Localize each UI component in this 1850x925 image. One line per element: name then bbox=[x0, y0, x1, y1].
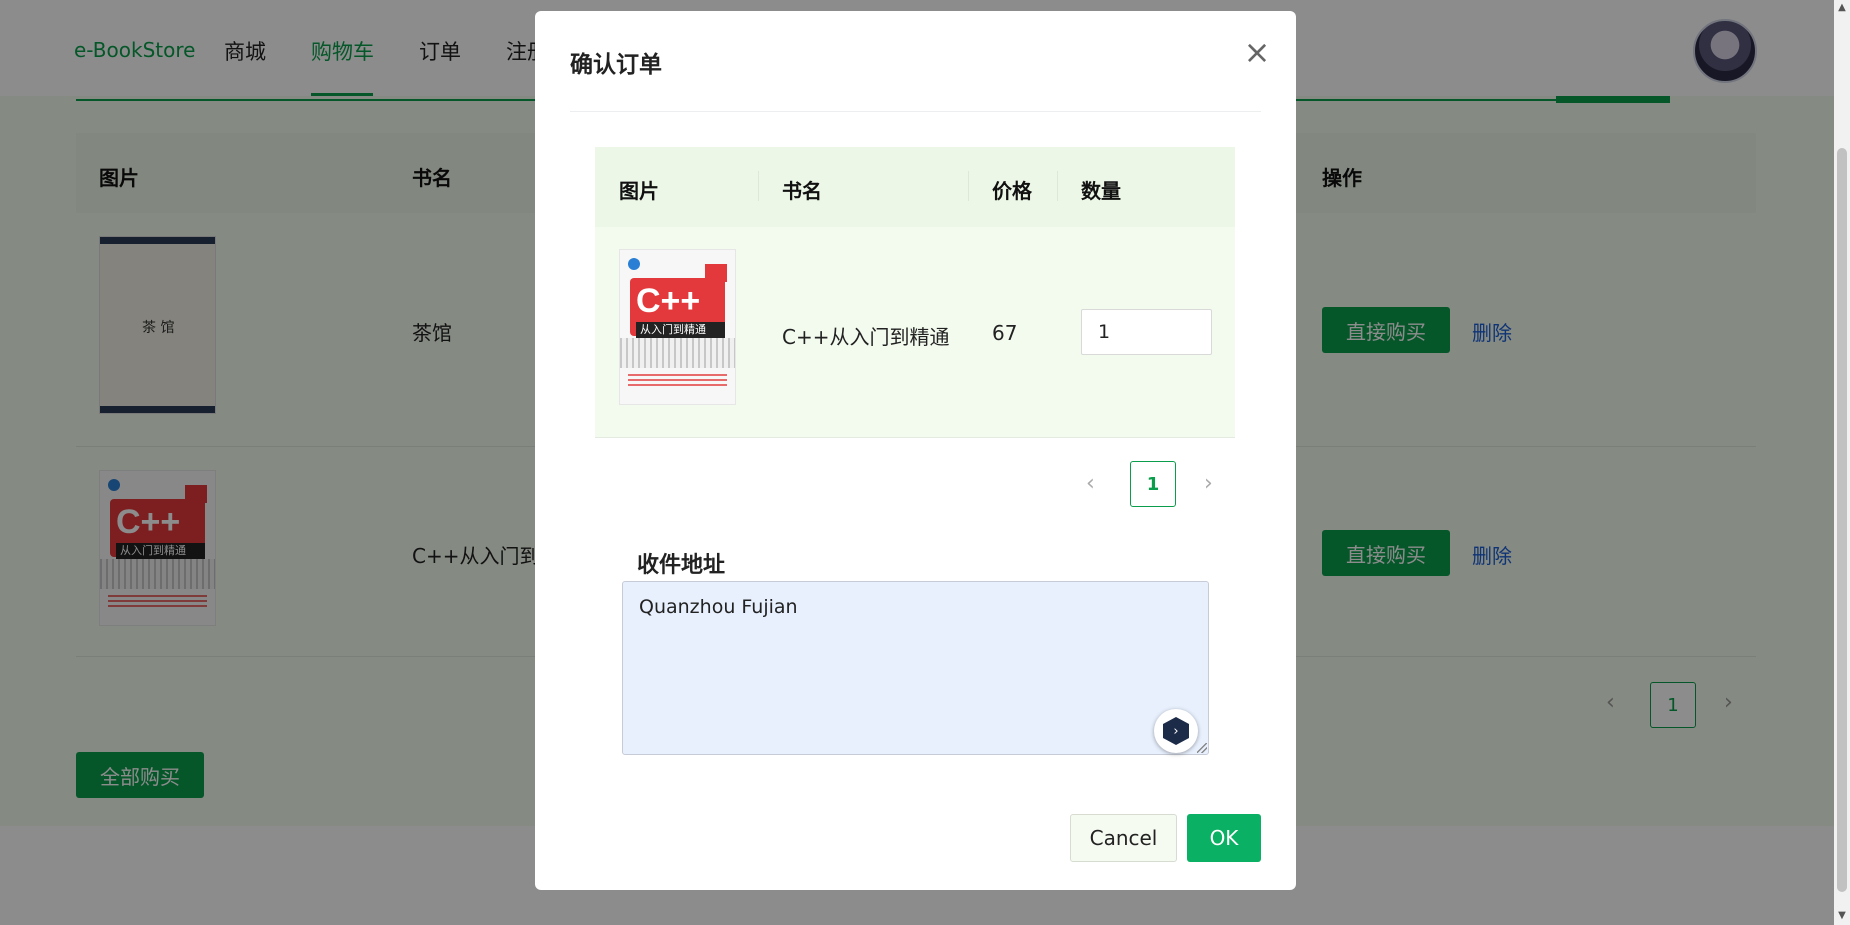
column-separator bbox=[758, 171, 759, 201]
dialog-divider bbox=[570, 111, 1261, 112]
cover-illustration bbox=[620, 338, 735, 368]
col-title: 书名 bbox=[782, 179, 822, 203]
scroll-down-icon[interactable]: ▼ bbox=[1836, 910, 1848, 921]
cover-title: C++ bbox=[636, 282, 701, 320]
quantity-input[interactable] bbox=[1081, 309, 1212, 355]
address-label: 收件地址 bbox=[637, 553, 726, 578]
address-textarea[interactable]: Quanzhou Fujian bbox=[622, 581, 1209, 755]
pagination-prev-icon[interactable]: ‹ bbox=[1086, 471, 1095, 496]
book-cover-cpp: C++ 从入门到精通 bbox=[619, 249, 736, 405]
publisher-logo-icon bbox=[628, 258, 640, 270]
cancel-button[interactable]: Cancel bbox=[1070, 814, 1177, 862]
close-icon[interactable]: × bbox=[1242, 36, 1272, 68]
order-item-title: C++从入门到精通 bbox=[782, 325, 950, 349]
confirm-order-dialog: 确认订单 × 图片 书名 价格 数量 C++ 从入门到精通 C++从入门到精通 … bbox=[535, 11, 1296, 890]
cover-footer-text bbox=[628, 374, 727, 388]
pagination-page[interactable]: 1 bbox=[1130, 461, 1176, 507]
pagination-next-icon[interactable]: › bbox=[1204, 471, 1213, 496]
assistant-logo-icon: › bbox=[1163, 717, 1189, 745]
column-separator bbox=[968, 171, 969, 201]
row-divider bbox=[595, 437, 1235, 438]
writing-assistant-icon[interactable]: › bbox=[1154, 709, 1198, 753]
col-quantity: 数量 bbox=[1081, 179, 1121, 203]
column-separator bbox=[1057, 171, 1058, 201]
col-image: 图片 bbox=[619, 179, 659, 203]
order-item-price: 67 bbox=[992, 321, 1018, 345]
scrollbar-thumb[interactable] bbox=[1837, 148, 1847, 892]
order-table-header bbox=[595, 147, 1235, 227]
cover-subtitle: 从入门到精通 bbox=[636, 322, 725, 338]
scroll-up-icon[interactable]: ▲ bbox=[1836, 2, 1848, 13]
ok-button[interactable]: OK bbox=[1187, 814, 1261, 862]
resize-handle-icon[interactable] bbox=[1197, 743, 1207, 753]
col-price: 价格 bbox=[992, 179, 1032, 203]
dialog-title: 确认订单 bbox=[570, 52, 662, 78]
